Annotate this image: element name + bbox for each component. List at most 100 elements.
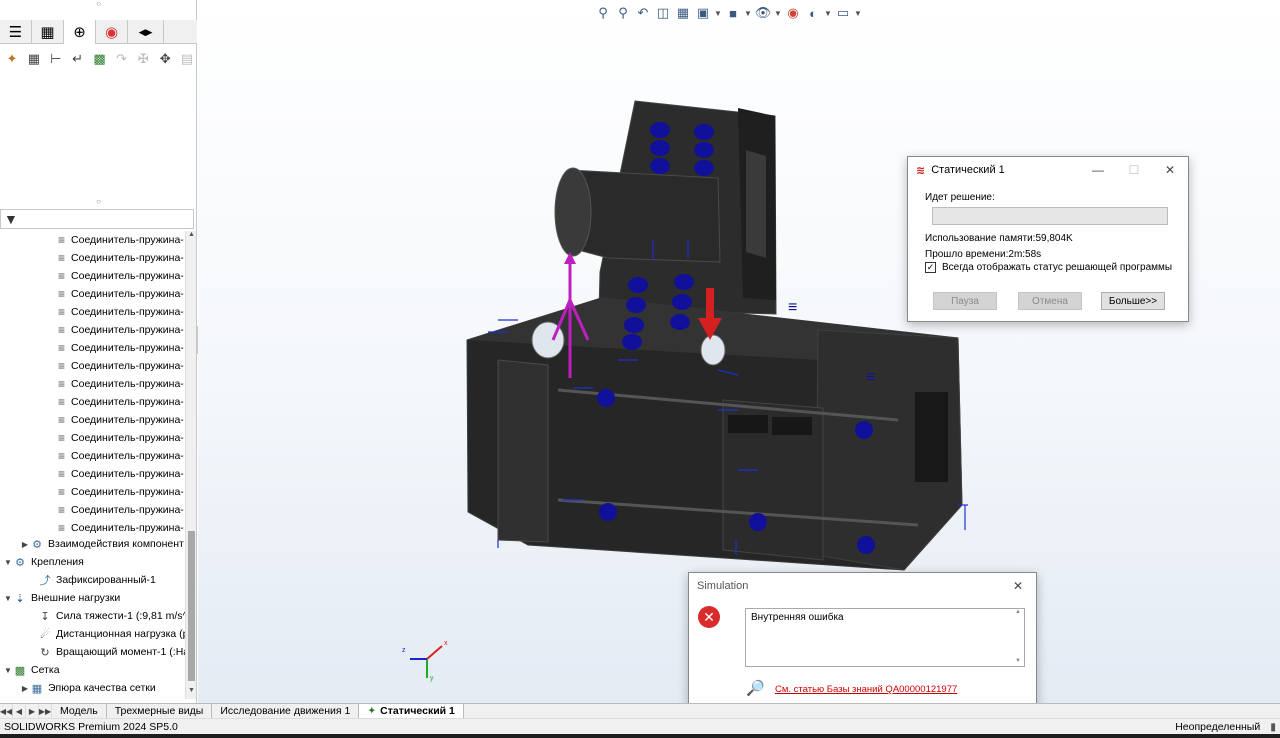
more-tabs-icon[interactable]: ◀▶ (128, 20, 164, 44)
pause-button[interactable]: Пауза (933, 292, 997, 310)
dialog-titlebar[interactable]: Simulation ✕ (689, 573, 1036, 599)
error-message: Внутренняя ошибка (751, 612, 844, 623)
cancel-button[interactable]: Отмена (1018, 292, 1082, 310)
tree-item-gravity[interactable]: ↧ Сила тяжести-1 (:9,81 m/s^2 (38, 607, 186, 625)
study-icon[interactable]: ✦ (2, 49, 22, 69)
list-icon[interactable]: ▤ (177, 49, 197, 69)
scroll-down-icon[interactable]: ▼ (1012, 658, 1024, 664)
tree-item-connector[interactable]: ≡ Соединитель-пружина- (58, 231, 184, 249)
featuremanager-tree-icon[interactable]: ☰ (0, 20, 32, 44)
spring-icon: ≡ (58, 503, 66, 517)
scroll-down-icon[interactable]: ▼ (186, 687, 197, 699)
tree-scrollbar[interactable]: ▲ ▼ (185, 231, 196, 699)
splitter-top[interactable]: ○ (0, 0, 197, 8)
error-icon: ✕ (698, 606, 720, 628)
study-tab-icon: ✦ (367, 705, 377, 717)
load-icon[interactable]: ↵ (68, 49, 88, 69)
elapsed-time: Прошло времени:2m:58s (925, 249, 1042, 260)
property-manager-icon[interactable]: ▦ (32, 20, 64, 44)
tree-item-connector[interactable]: ≡ Соединитель-пружина- (58, 339, 184, 357)
tab-static-study[interactable]: ✦ Статический 1 (359, 703, 464, 719)
spring-icon: ≡ (58, 431, 66, 445)
mesh-icon: ▩ (14, 664, 26, 677)
manager-tabs: ☰ ▦ ⊕ ◉ ◀▶ (0, 20, 197, 44)
reference-triad: x y z (402, 640, 448, 682)
svg-text:z: z (402, 647, 406, 654)
maximize-icon[interactable]: ☐ (1116, 157, 1152, 183)
scroll-up-icon[interactable]: ▲ (186, 231, 197, 243)
help-icon[interactable]: ▮ (1270, 721, 1276, 733)
tree-item-fixed-1[interactable]: ⤴ Зафиксированный-1 (38, 571, 156, 589)
checkbox-checked-icon[interactable]: ✓ (925, 262, 936, 273)
tab-3d-views[interactable]: Трехмерные виды (107, 703, 213, 719)
collapse-arrow-icon[interactable]: ▼ (3, 558, 13, 567)
tree-item-connector[interactable]: ≡ Соединитель-пружина- (58, 465, 184, 483)
mesh-icon[interactable]: ▩ (90, 49, 110, 69)
tree-filter[interactable]: ▼ (0, 209, 194, 229)
minimize-icon[interactable]: — (1080, 157, 1116, 183)
fixture-icon[interactable]: ⊢ (46, 49, 66, 69)
spring-symbol: ≡ (788, 299, 797, 316)
tab-motion-study[interactable]: Исследование движения 1 (212, 703, 360, 719)
first-tab-icon[interactable]: ◀◀ (0, 704, 13, 718)
more-button[interactable]: Больше>> (1101, 292, 1165, 310)
spring-icon: ≡ (58, 359, 66, 373)
collapse-arrow-icon[interactable]: ▼ (3, 594, 13, 603)
run-icon[interactable]: ↷ (111, 49, 131, 69)
tree-item-interactions[interactable]: ▶ ⚙ Взаимодействия компонент (20, 535, 184, 553)
turret-head (569, 169, 721, 263)
tree-item-connector[interactable]: ≡ Соединитель-пружина- (58, 393, 184, 411)
close-icon[interactable]: ✕ (1152, 157, 1188, 183)
dialog-titlebar[interactable]: ≋ Статический 1 — ☐ ✕ (908, 157, 1188, 183)
close-icon[interactable]: ✕ (1000, 573, 1036, 599)
tree-item-remote-load[interactable]: ☄ Дистанционная нагрузка (ра (38, 625, 186, 643)
knowledge-base-link[interactable]: См. статью Базы знаний QA00000121977 (775, 684, 957, 695)
tab-model[interactable]: Модель (52, 703, 107, 719)
end-window (915, 392, 948, 482)
tree-item-connector[interactable]: ≡ Соединитель-пружина- (58, 303, 184, 321)
scroll-up-icon[interactable]: ▲ (1012, 609, 1024, 615)
tree-item-connector[interactable]: ≡ Соединитель-пружина- (58, 483, 184, 501)
tree-item-connector[interactable]: ≡ Соединитель-пружина- (58, 249, 184, 267)
tree-item-connector[interactable]: ≡ Соединитель-пружина- (58, 447, 184, 465)
config-manager-icon[interactable]: ⊕ (64, 20, 96, 44)
solidworks-logo-icon: ≋ (916, 164, 926, 177)
tree-item-connector[interactable]: ≡ Соединитель-пружина- (58, 501, 184, 519)
spring-symbol: ≡ (866, 369, 875, 386)
product-version: SOLIDWORKS Premium 2024 SP5.0 (4, 720, 178, 733)
tree-item-connector[interactable]: ≡ Соединитель-пружина- (58, 375, 184, 393)
connector-icon[interactable]: ▦ (24, 49, 44, 69)
collapse-arrow-icon[interactable]: ▼ (3, 666, 13, 675)
tree-item-external-loads[interactable]: ▼ ⇣ Внешние нагрузки (3, 589, 120, 607)
last-tab-icon[interactable]: ▶▶ (39, 704, 52, 718)
remote-load-icon: ☄ (40, 628, 50, 641)
fixed-geometry-icon: ⤴ (39, 575, 51, 587)
tree-item-connector[interactable]: ≡ Соединитель-пружина- (58, 411, 184, 429)
tree-item-connector[interactable]: ≡ Соединитель-пружина- (58, 429, 184, 447)
tree-item-connector[interactable]: ≡ Соединитель-пружина- (58, 357, 184, 375)
prev-tab-icon[interactable]: ◀ (13, 704, 26, 718)
progress-bar (932, 207, 1168, 225)
expand-arrow-icon[interactable]: ▶ (20, 540, 30, 549)
solidworks-window: ☰ ▦ ⊕ ◉ ◀▶ ✦ ▦ ⊢ ↵ ▩ ↷ ✠ ✥ ▤ ○ ○ ▼ ≡ Соед… (0, 0, 1280, 738)
tree-item-connector[interactable]: ≡ Соединитель-пружина- (58, 321, 184, 339)
expand-arrow-icon[interactable]: ▶ (20, 684, 30, 693)
scrollbar-thumb[interactable] (188, 531, 195, 681)
probe-icon[interactable]: ✥ (155, 49, 175, 69)
svg-text:x: x (444, 640, 448, 647)
mesh-quality-plot-icon: ▦ (31, 682, 43, 695)
tree-item-connector[interactable]: ≡ Соединитель-пружина- (58, 267, 184, 285)
next-tab-icon[interactable]: ▶ (26, 704, 39, 718)
tree-item-fixtures[interactable]: ▼ ⚙ Крепления (3, 553, 84, 571)
tree-item-torque[interactable]: ↻ Вращающий момент-1 (:На (38, 643, 186, 661)
result-icon[interactable]: ✠ (133, 49, 153, 69)
tree-item-mesh[interactable]: ▼ ▩ Сетка (3, 661, 60, 679)
always-show-status-checkbox[interactable]: ✓ Всегда отображать статус решающей прог… (925, 262, 1172, 273)
error-message-box[interactable]: Внутренняя ошибка ▲ ▼ (745, 608, 1025, 667)
splitter-mid[interactable]: ○ (0, 198, 197, 206)
tree-item-connector[interactable]: ≡ Соединитель-пружина- (58, 285, 184, 303)
message-scrollbar[interactable]: ▲ ▼ (1012, 609, 1024, 666)
spring-icon: ≡ (58, 449, 66, 463)
tree-item-mesh-quality[interactable]: ▶ ▦ Эпюра качества сетки (20, 679, 156, 697)
appearance-icon[interactable]: ◉ (96, 20, 128, 44)
